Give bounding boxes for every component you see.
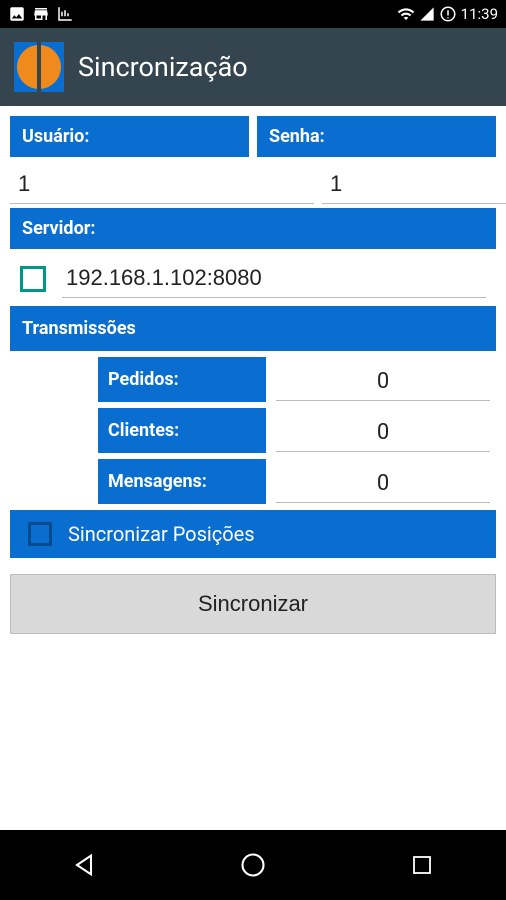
clientes-value: 0 [276,410,490,452]
signal-icon [419,6,435,22]
server-input[interactable] [62,259,486,298]
status-right: 11:39 [397,5,498,23]
app-icon [14,42,64,92]
action-bar: Sincronização [0,28,506,106]
android-nav-bar [0,830,506,900]
store-icon [32,5,50,23]
server-label: Servidor: [10,208,496,249]
wifi-icon [397,5,415,23]
transmission-row-mensagens: Mensagens: 0 [10,459,496,504]
pedidos-value: 0 [276,359,490,401]
sync-positions-checkbox[interactable] [28,522,52,546]
password-label: Senha: [257,116,496,157]
transmission-row-clientes: Clientes: 0 [10,408,496,453]
page-title: Sincronização [78,51,248,83]
sync-positions-label: Sincronizar Posições [68,522,255,546]
power-icon [439,5,457,23]
transmissions-header: Transmissões [10,306,496,351]
status-bar: 11:39 [0,0,506,28]
mensagens-value: 0 [276,461,490,503]
sync-button[interactable]: Sincronizar [10,574,496,634]
clientes-label: Clientes: [98,408,266,453]
recent-apps-button[interactable] [382,840,462,890]
server-checkbox[interactable] [20,266,46,292]
user-input[interactable] [10,161,314,204]
sync-positions-row[interactable]: Sincronizar Posições [10,510,496,558]
back-button[interactable] [44,840,124,890]
user-label: Usuário: [10,116,249,157]
chart-icon [56,5,74,23]
status-left [8,5,74,23]
password-input[interactable] [322,161,506,204]
home-button[interactable] [213,840,293,890]
image-icon [8,5,26,23]
pedidos-label: Pedidos: [98,357,266,402]
transmission-row-pedidos: Pedidos: 0 [10,357,496,402]
mensagens-label: Mensagens: [98,459,266,504]
content: Usuário: Senha: Servidor: Transmissões P… [0,106,506,634]
clock-text: 11:39 [461,5,498,23]
